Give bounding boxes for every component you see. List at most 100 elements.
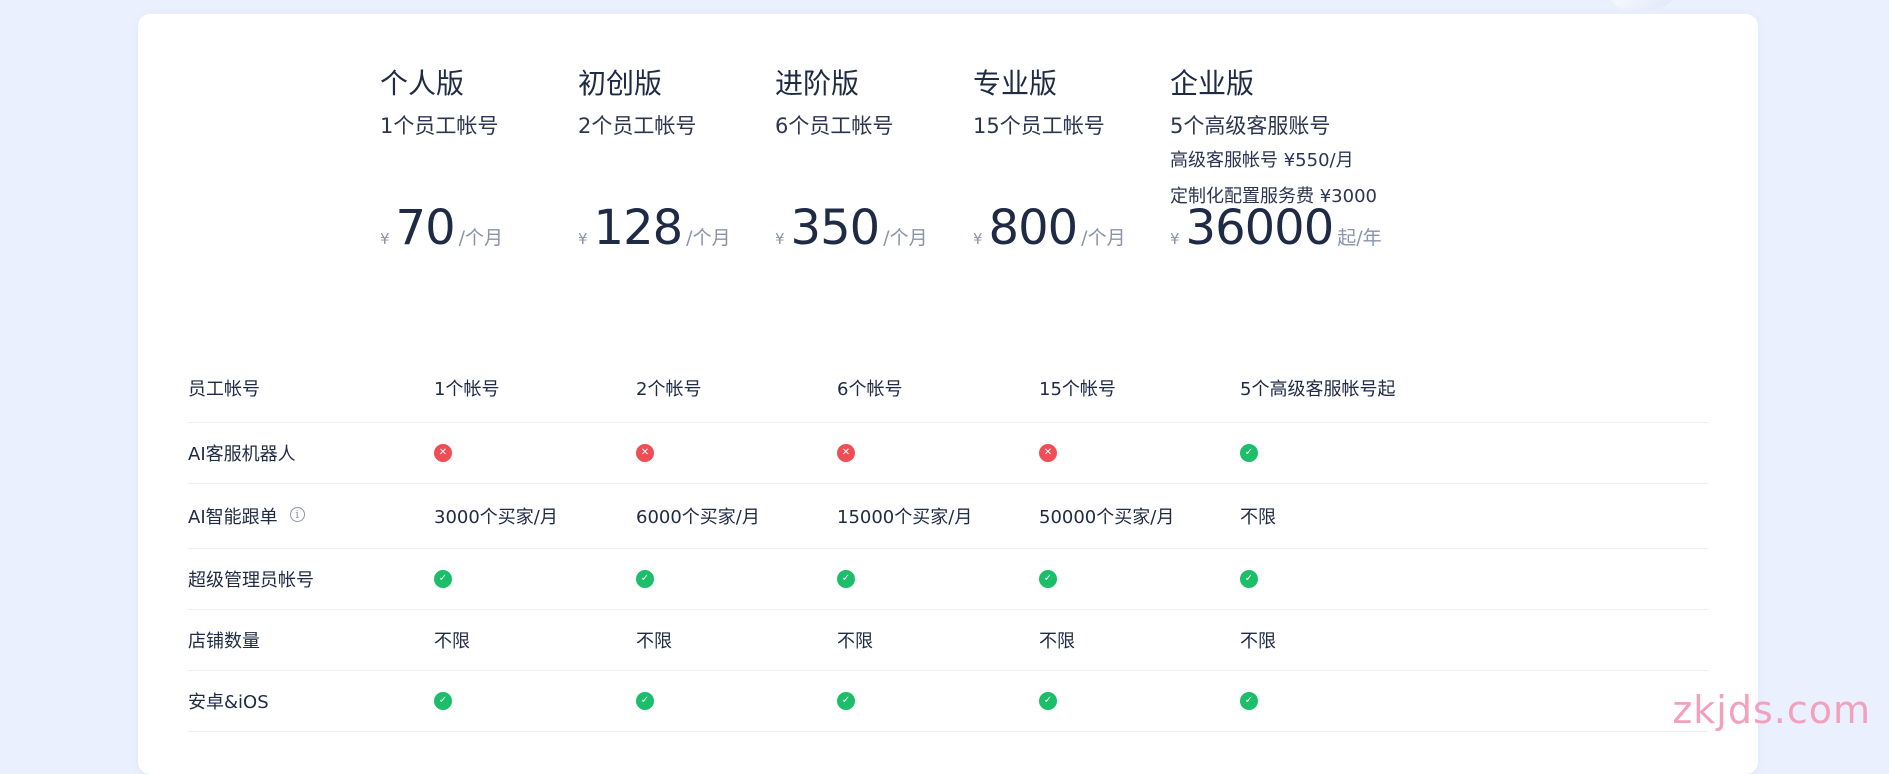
feature-value: 6个帐号 — [837, 354, 902, 422]
plan-price: ¥70/个月 — [380, 200, 503, 256]
feature-value: 5个高级客服帐号起 — [1240, 354, 1395, 422]
feature-value: 50000个买家/月 — [1039, 484, 1174, 548]
feature-value: 不限 — [837, 610, 873, 670]
price-amount: 36000 — [1185, 200, 1335, 256]
feature-value-text: 不限 — [837, 631, 873, 652]
x-circle-icon: ✕ — [1039, 444, 1057, 462]
feature-row: 超级管理员帐号 ✓ ✓ ✓ ✓ ✓ — [188, 549, 1708, 610]
check-circle-icon: ✓ — [636, 570, 654, 588]
x-circle-icon: ✕ — [837, 444, 855, 462]
check-circle-icon: ✓ — [434, 570, 452, 588]
check-circle-icon: ✓ — [1240, 692, 1258, 710]
plan-header: 个人版 1个员工帐号 ¥70/个月 初创版 2个员工帐号 ¥128/个月 进阶版 6个员工帐号… — [138, 14, 1758, 314]
check-circle-icon: ✓ — [1240, 570, 1258, 588]
feature-value-text: 不限 — [1240, 631, 1276, 652]
currency-symbol: ¥ — [380, 230, 390, 248]
feature-value: ✓ — [636, 671, 654, 731]
plan-extra-note: 高级客服帐号 ¥550/月 — [1170, 150, 1354, 171]
plan-price: ¥36000 起/年 — [1170, 200, 1382, 256]
price-amount: 70 — [395, 200, 456, 256]
feature-value: 不限 — [1039, 610, 1075, 670]
feature-value: ✕ — [1039, 423, 1057, 483]
pricing-card: 个人版 1个员工帐号 ¥70/个月 初创版 2个员工帐号 ¥128/个月 进阶版 6个员工帐号… — [138, 14, 1758, 774]
plan-price: ¥128/个月 — [578, 200, 731, 256]
feature-value-text: 5个高级客服帐号起 — [1240, 379, 1396, 400]
feature-label: 安卓&iOS — [188, 671, 269, 731]
plan-column: 个人版 1个员工帐号 — [380, 66, 610, 140]
feature-value-text: 不限 — [434, 631, 470, 652]
plan-name: 初创版 — [578, 67, 663, 100]
feature-value: ✓ — [1240, 549, 1258, 609]
check-circle-icon: ✓ — [1039, 692, 1057, 710]
price-unit: /个月 — [1081, 227, 1126, 249]
price-amount: 800 — [988, 200, 1079, 256]
feature-value: ✓ — [1039, 671, 1057, 731]
price-unit: 起/年 — [1337, 227, 1382, 249]
feature-comparison-table: 员工帐号 1个帐号 2个帐号 6个帐号 15个帐号 5个高级客服帐号起 AI客服机器人 ✕ ✕ ✕… — [188, 372, 1708, 732]
check-circle-icon: ✓ — [837, 570, 855, 588]
price-unit: /个月 — [458, 227, 504, 249]
feature-value: ✓ — [1240, 423, 1258, 483]
feature-value: 不限 — [1240, 610, 1276, 670]
feature-row: 安卓&iOS ✓ ✓ ✓ ✓ ✓ — [188, 671, 1708, 732]
plan-name: 企业版 — [1170, 67, 1255, 100]
feature-value: ✓ — [1039, 549, 1057, 609]
watermark: zkjds.com — [1672, 688, 1871, 732]
plan-name: 专业版 — [973, 67, 1058, 100]
feature-value-text: 1个帐号 — [434, 379, 500, 400]
feature-label: AI客服机器人 — [188, 423, 296, 483]
currency-symbol: ¥ — [1170, 230, 1180, 248]
currency-symbol: ¥ — [973, 230, 983, 248]
plan-column: 初创版 2个员工帐号 — [578, 66, 808, 140]
plan-seats: 1个员工帐号 — [380, 114, 499, 138]
plan-column: 进阶版 6个员工帐号 — [775, 66, 1005, 140]
price-unit: /个月 — [686, 227, 731, 249]
check-circle-icon: ✓ — [434, 692, 452, 710]
feature-value: 1个帐号 — [434, 354, 499, 422]
feature-label-text: 安卓&iOS — [188, 692, 269, 713]
feature-row: 店铺数量 不限 不限 不限 不限 不限 — [188, 610, 1708, 671]
feature-label: 店铺数量 — [188, 610, 260, 670]
feature-value-text: 50000个买家/月 — [1039, 507, 1175, 528]
plan-column: 企业版 5个高级客服账号 高级客服帐号 ¥550/月 定制化配置服务费 ¥3000 — [1170, 66, 1400, 212]
plan-seats: 15个员工帐号 — [973, 114, 1105, 138]
plan-price: ¥800/个月 — [973, 200, 1126, 256]
feature-label: 超级管理员帐号 — [188, 549, 314, 609]
plan-name: 个人版 — [380, 67, 465, 100]
currency-symbol: ¥ — [775, 230, 785, 248]
feature-row: 员工帐号 1个帐号 2个帐号 6个帐号 15个帐号 5个高级客服帐号起 — [188, 354, 1708, 423]
feature-value: 15000个买家/月 — [837, 484, 972, 548]
price-amount: 350 — [790, 200, 881, 256]
feature-value: 不限 — [434, 610, 470, 670]
feature-label: 员工帐号 — [188, 354, 260, 422]
feature-value: 不限 — [1240, 484, 1276, 548]
feature-value-text: 6000个买家/月 — [636, 507, 760, 528]
check-circle-icon: ✓ — [837, 692, 855, 710]
decorative-shape — [1604, 0, 1684, 10]
feature-label-text: 员工帐号 — [188, 379, 260, 400]
feature-value-text: 不限 — [636, 631, 672, 652]
feature-value: ✕ — [636, 423, 654, 483]
x-circle-icon: ✕ — [434, 444, 452, 462]
feature-value-text: 15个帐号 — [1039, 379, 1116, 400]
x-circle-icon: ✕ — [636, 444, 654, 462]
feature-value: ✕ — [837, 423, 855, 483]
info-icon[interactable]: i — [289, 506, 305, 522]
feature-value: ✓ — [837, 671, 855, 731]
feature-value-text: 3000个买家/月 — [434, 507, 558, 528]
feature-label-text: 超级管理员帐号 — [188, 570, 314, 591]
plan-column: 专业版 15个员工帐号 — [973, 66, 1203, 140]
feature-row: AI智能跟单 i 3000个买家/月 6000个买家/月 15000个买家/月 50000… — [188, 484, 1708, 549]
plan-seats: 2个员工帐号 — [578, 114, 697, 138]
feature-value: ✓ — [434, 671, 452, 731]
feature-value-text: 不限 — [1039, 631, 1075, 652]
plan-name: 进阶版 — [775, 67, 860, 100]
plan-seats: 6个员工帐号 — [775, 114, 894, 138]
feature-value: ✓ — [434, 549, 452, 609]
feature-value-text: 不限 — [1240, 507, 1276, 528]
feature-value: 2个帐号 — [636, 354, 701, 422]
price-amount: 128 — [593, 200, 684, 256]
feature-value: ✕ — [434, 423, 452, 483]
feature-value: 不限 — [636, 610, 672, 670]
feature-label-text: AI智能跟单 — [188, 507, 278, 528]
